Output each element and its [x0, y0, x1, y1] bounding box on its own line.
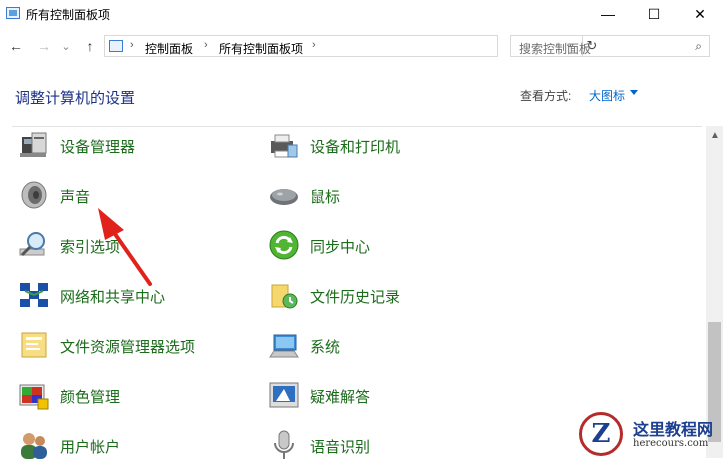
- watermark-title: 这里教程网: [633, 420, 714, 439]
- annotation-arrow-head: [98, 208, 124, 240]
- watermark-logo: Z: [579, 412, 623, 456]
- watermark: Z 这里教程网 herecours.com: [573, 410, 723, 458]
- watermark-url: herecours.com: [633, 438, 709, 449]
- annotation-arrow: [98, 208, 152, 286]
